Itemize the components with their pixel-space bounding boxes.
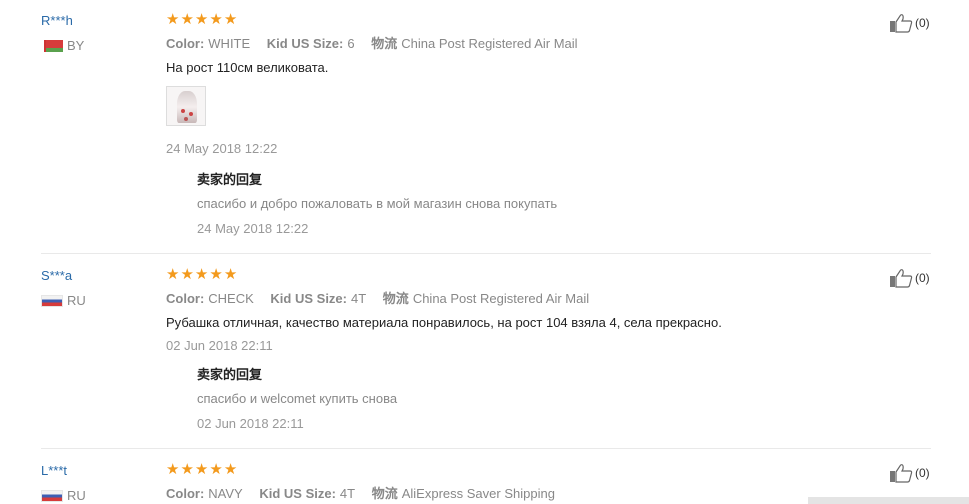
star-icon: ★	[194, 461, 209, 478]
size-label: Kid US Size:	[270, 291, 347, 306]
helpful-button[interactable]: (0)	[889, 13, 930, 33]
flag-ru-icon	[41, 294, 63, 307]
star-icon: ★	[223, 461, 238, 478]
shipping-value: China Post Registered Air Mail	[401, 36, 578, 51]
review-content: ★ ★ ★ ★ ★ Color: WHITE Kid US Size: 6 物流 China …	[166, 12, 866, 157]
helpful-button[interactable]: (0)	[889, 463, 930, 483]
reviewer-country: RU	[41, 293, 86, 308]
reviewer-info: L***t RU	[41, 463, 86, 503]
star-icon: ★	[209, 11, 223, 28]
helpful-count: (0)	[915, 271, 930, 285]
review-divider	[41, 448, 931, 449]
star-icon: ★	[166, 266, 180, 283]
seller-reply-title: 卖家的回复	[197, 172, 263, 187]
order-attributes: Color: NAVY Kid US Size: 4T 物流 AliExpress S…	[166, 486, 866, 502]
color-value: CHECK	[208, 291, 254, 306]
review-content: ★ ★ ★ ★ ★ Color: CHECK Kid US Size: 4T 物流 China…	[166, 267, 866, 354]
thumbs-up-icon	[890, 269, 913, 288]
shipping-label: 物流	[371, 36, 398, 51]
helpful-button[interactable]: (0)	[889, 268, 930, 288]
star-icon: ★	[166, 11, 180, 28]
reviewer-name[interactable]: S***a	[41, 268, 86, 284]
size-value: 6	[347, 36, 355, 51]
review-content: ★ ★ ★ ★ ★ Color: NAVY Kid US Size: 4T 物流 AliExp…	[166, 462, 866, 502]
color-value: NAVY	[208, 486, 243, 501]
shipping-label: 物流	[382, 291, 409, 306]
seller-reply: 卖家的回复 спасибо и добро пожаловать в мой м…	[197, 172, 557, 237]
seller-reply-text: спасибо и welcomet купить снова	[197, 391, 398, 406]
reviewer-name[interactable]: R***h	[41, 13, 84, 29]
review-date: 02 Jun 2018 22:11	[166, 338, 273, 353]
thumbs-up-icon	[890, 14, 913, 33]
star-rating: ★ ★ ★ ★ ★	[166, 267, 866, 283]
size-value: 4T	[339, 486, 356, 501]
size-label: Kid US Size:	[259, 486, 336, 501]
flag-ru-icon	[41, 489, 63, 502]
shipping-value: China Post Registered Air Mail	[412, 291, 590, 306]
country-code: RU	[67, 293, 86, 308]
star-icon: ★	[166, 461, 180, 478]
helpful-count: (0)	[915, 466, 930, 480]
star-icon: ★	[180, 266, 194, 283]
shipping-label: 物流	[371, 486, 398, 501]
country-code: BY	[67, 38, 85, 53]
helpful-count: (0)	[915, 16, 930, 30]
color-label: Color:	[166, 291, 205, 306]
review-date: 24 May 2018 12:22	[166, 141, 278, 156]
reviewer-name[interactable]: L***t	[41, 463, 86, 479]
size-label: Kid US Size:	[266, 36, 344, 51]
seller-reply: 卖家的回复 спасибо и welcomet купить снова 02…	[197, 367, 397, 432]
flag-by-icon	[41, 39, 63, 52]
country-code: RU	[67, 488, 86, 503]
color-label: Color:	[166, 36, 205, 51]
seller-reply-date: 24 May 2018 12:22	[197, 221, 309, 236]
star-icon: ★	[180, 461, 194, 478]
star-icon: ★	[209, 266, 223, 283]
star-icon: ★	[209, 461, 223, 478]
seller-reply-date: 02 Jun 2018 22:11	[197, 416, 304, 431]
star-icon: ★	[194, 11, 209, 28]
review-divider	[41, 253, 931, 254]
review-photo-thumbnail[interactable]	[166, 86, 206, 126]
star-icon: ★	[194, 266, 209, 283]
star-rating: ★ ★ ★ ★ ★	[166, 12, 866, 28]
review-text: Рубашка отличная, качество материала пон…	[166, 315, 722, 330]
shipping-value: AliExpress Saver Shipping	[401, 486, 555, 501]
star-rating: ★ ★ ★ ★ ★	[166, 462, 866, 478]
reviewer-country: BY	[41, 38, 84, 53]
order-attributes: Color: WHITE Kid US Size: 6 物流 China Post R…	[166, 36, 866, 52]
star-icon: ★	[223, 266, 238, 283]
seller-reply-title: 卖家的回复	[197, 367, 263, 382]
reviewer-info: R***h BY	[41, 13, 84, 53]
reviewer-info: S***a RU	[41, 268, 86, 308]
color-label: Color:	[166, 486, 205, 501]
star-icon: ★	[180, 11, 194, 28]
star-icon: ★	[223, 11, 238, 28]
thumbs-up-icon	[890, 464, 913, 483]
seller-reply-text: спасибо и добро пожаловать в мой магазин…	[197, 196, 558, 211]
size-value: 4T	[351, 291, 367, 306]
review-text: На рост 110см великовата.	[166, 60, 329, 75]
overlay-bar-edge	[808, 497, 969, 504]
reviewer-country: RU	[41, 488, 86, 503]
color-value: WHITE	[208, 36, 251, 51]
order-attributes: Color: CHECK Kid US Size: 4T 物流 China Post …	[166, 291, 866, 307]
